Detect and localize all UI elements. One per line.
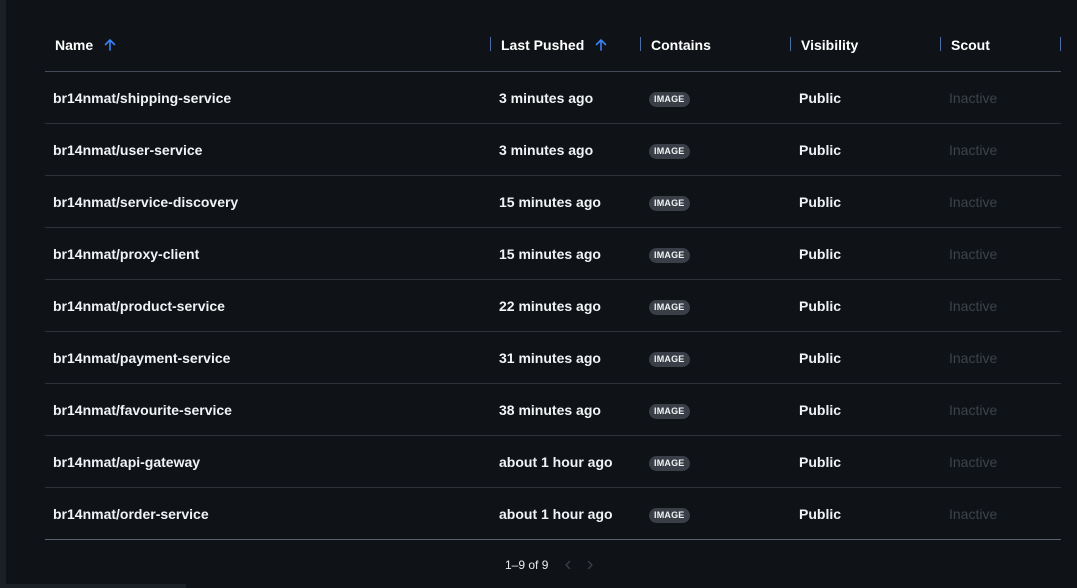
pagination: 1–9 of 9 <box>505 558 596 572</box>
image-badge: IMAGE <box>649 91 690 107</box>
last-pushed: 3 minutes ago <box>499 141 594 158</box>
image-badge: IMAGE <box>649 299 690 315</box>
image-badge: IMAGE <box>649 195 690 211</box>
scout-status: Inactive <box>949 349 998 366</box>
visibility: Public <box>799 141 842 158</box>
contains-cell: IMAGE <box>641 141 791 159</box>
chevron-right-icon[interactable] <box>584 559 596 571</box>
column-header-contains-label: Contains <box>651 36 711 53</box>
scout-status: Inactive <box>949 401 998 418</box>
scout-status: Inactive <box>949 453 998 470</box>
chevron-left-icon[interactable] <box>562 559 574 571</box>
last-pushed: 15 minutes ago <box>499 245 601 262</box>
repositories-table: Name Last Pushed Contains Visibility Sco… <box>45 18 1061 540</box>
sort-ascending-icon[interactable] <box>594 38 608 52</box>
contains-cell: IMAGE <box>641 349 791 367</box>
image-badge: IMAGE <box>649 351 690 367</box>
last-pushed: 3 minutes ago <box>499 89 594 106</box>
column-header-scout-label: Scout <box>951 36 990 53</box>
last-pushed: 31 minutes ago <box>499 349 601 366</box>
repository-name[interactable]: br14nmat/proxy-client <box>45 246 491 262</box>
left-panel-edge <box>0 0 6 588</box>
column-header-name-label: Name <box>55 36 94 53</box>
column-header-name[interactable]: Name <box>45 18 491 71</box>
image-badge: IMAGE <box>649 143 690 159</box>
visibility: Public <box>799 505 842 522</box>
contains-cell: IMAGE <box>641 401 791 419</box>
last-pushed: about 1 hour ago <box>499 505 613 522</box>
last-pushed: 22 minutes ago <box>499 297 601 314</box>
table-row[interactable]: br14nmat/api-gateway about 1 hour ago IM… <box>45 436 1061 488</box>
column-header-contains[interactable]: Contains <box>641 18 791 71</box>
image-badge: IMAGE <box>649 247 690 263</box>
visibility: Public <box>799 349 842 366</box>
table-row[interactable]: br14nmat/user-service 3 minutes ago IMAG… <box>45 124 1061 176</box>
scout-status: Inactive <box>949 505 998 522</box>
table-header: Name Last Pushed Contains Visibility Sco… <box>45 18 1061 72</box>
column-header-visibility[interactable]: Visibility <box>791 18 941 71</box>
visibility: Public <box>799 453 842 470</box>
bottom-panel-edge <box>0 584 186 588</box>
table-row[interactable]: br14nmat/proxy-client 15 minutes ago IMA… <box>45 228 1061 280</box>
last-pushed: 15 minutes ago <box>499 193 601 210</box>
sort-ascending-icon[interactable] <box>103 38 117 52</box>
repository-name[interactable]: br14nmat/order-service <box>45 506 491 522</box>
column-header-visibility-label: Visibility <box>801 36 859 53</box>
last-pushed: 38 minutes ago <box>499 401 601 418</box>
contains-cell: IMAGE <box>641 245 791 263</box>
scout-status: Inactive <box>949 245 998 262</box>
visibility: Public <box>799 297 842 314</box>
visibility: Public <box>799 89 842 106</box>
repository-name[interactable]: br14nmat/api-gateway <box>45 454 491 470</box>
column-separator[interactable] <box>1060 37 1061 51</box>
repository-name[interactable]: br14nmat/favourite-service <box>45 402 491 418</box>
table-row[interactable]: br14nmat/shipping-service 3 minutes ago … <box>45 72 1061 124</box>
table-row[interactable]: br14nmat/service-discovery 15 minutes ag… <box>45 176 1061 228</box>
visibility: Public <box>799 245 842 262</box>
visibility: Public <box>799 193 842 210</box>
image-badge: IMAGE <box>649 507 690 523</box>
contains-cell: IMAGE <box>641 89 791 107</box>
table-body: br14nmat/shipping-service 3 minutes ago … <box>45 72 1061 540</box>
contains-cell: IMAGE <box>641 297 791 315</box>
scout-status: Inactive <box>949 193 998 210</box>
column-header-last-pushed-label: Last Pushed <box>501 36 585 53</box>
column-header-scout[interactable]: Scout <box>941 18 1061 71</box>
repository-name[interactable]: br14nmat/payment-service <box>45 350 491 366</box>
contains-cell: IMAGE <box>641 193 791 211</box>
contains-cell: IMAGE <box>641 453 791 471</box>
table-row[interactable]: br14nmat/product-service 22 minutes ago … <box>45 280 1061 332</box>
column-header-last-pushed[interactable]: Last Pushed <box>491 18 641 71</box>
repository-name[interactable]: br14nmat/service-discovery <box>45 194 491 210</box>
table-row[interactable]: br14nmat/order-service about 1 hour ago … <box>45 488 1061 540</box>
scout-status: Inactive <box>949 89 998 106</box>
last-pushed: about 1 hour ago <box>499 453 613 470</box>
repository-name[interactable]: br14nmat/product-service <box>45 298 491 314</box>
repository-name[interactable]: br14nmat/user-service <box>45 142 491 158</box>
image-badge: IMAGE <box>649 403 690 419</box>
image-badge: IMAGE <box>649 455 690 471</box>
pagination-label: 1–9 of 9 <box>505 558 549 572</box>
contains-cell: IMAGE <box>641 505 791 523</box>
scout-status: Inactive <box>949 141 998 158</box>
visibility: Public <box>799 401 842 418</box>
repository-name[interactable]: br14nmat/shipping-service <box>45 90 491 106</box>
table-row[interactable]: br14nmat/favourite-service 38 minutes ag… <box>45 384 1061 436</box>
scout-status: Inactive <box>949 297 998 314</box>
table-row[interactable]: br14nmat/payment-service 31 minutes ago … <box>45 332 1061 384</box>
